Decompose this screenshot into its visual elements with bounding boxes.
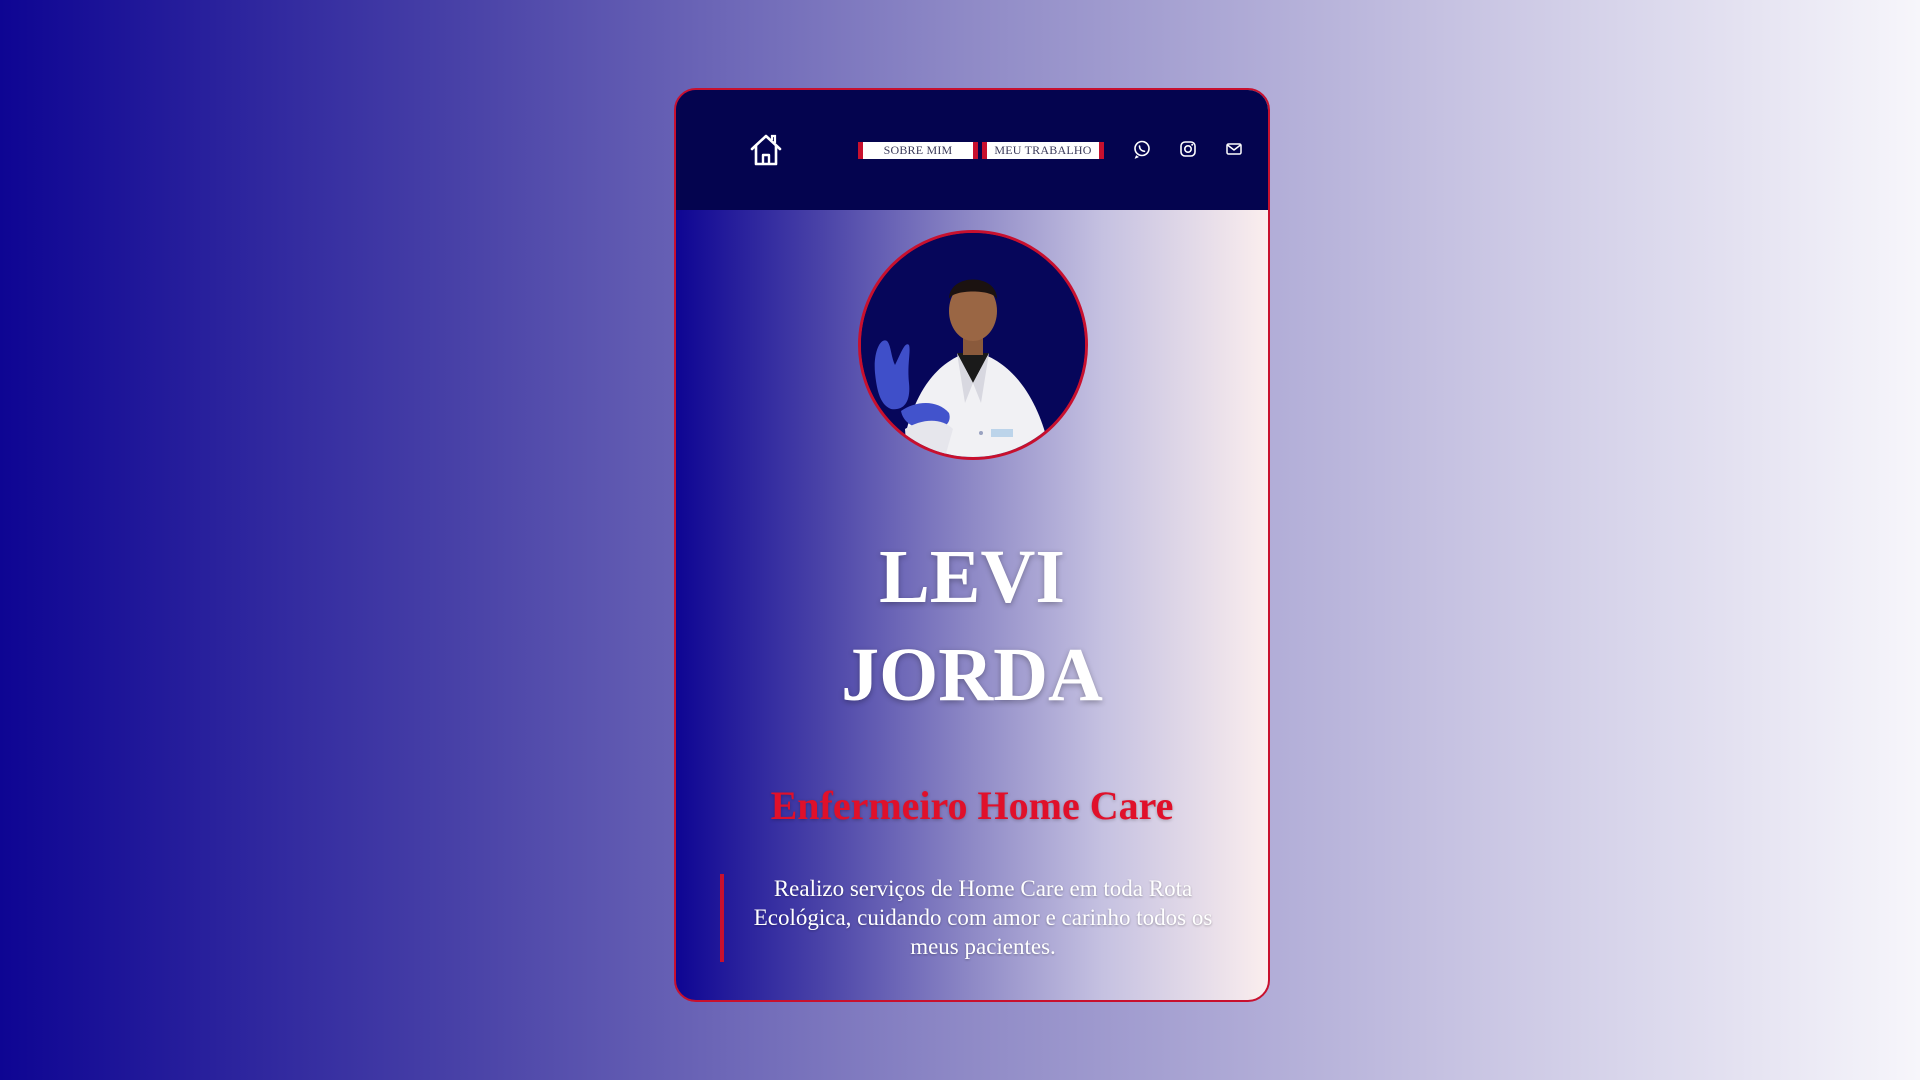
profile-name-last: JORDA	[841, 633, 1103, 717]
whatsapp-icon[interactable]	[1130, 137, 1154, 161]
email-icon[interactable]	[1222, 137, 1246, 161]
profile-card: SOBRE MIM MEU TRABALHO LEVI JORDA Enferm…	[674, 88, 1270, 1002]
profile-role: Enfermeiro Home Care	[770, 783, 1174, 828]
nav-link-meu-trabalho[interactable]: MEU TRABALHO	[982, 142, 1104, 159]
home-icon[interactable]	[746, 130, 786, 170]
profile-description: Realizo serviços de Home Care em toda Ro…	[720, 874, 1228, 962]
instagram-icon[interactable]	[1176, 137, 1200, 161]
nav-links: SOBRE MIM MEU TRABALHO	[858, 142, 1104, 159]
navbar: SOBRE MIM MEU TRABALHO	[676, 90, 1268, 210]
profile-photo	[858, 230, 1088, 460]
profile-name: LEVI JORDA	[676, 528, 1268, 724]
nav-link-sobre-mim[interactable]: SOBRE MIM	[858, 142, 978, 159]
profile-name-first: LEVI	[879, 535, 1065, 619]
